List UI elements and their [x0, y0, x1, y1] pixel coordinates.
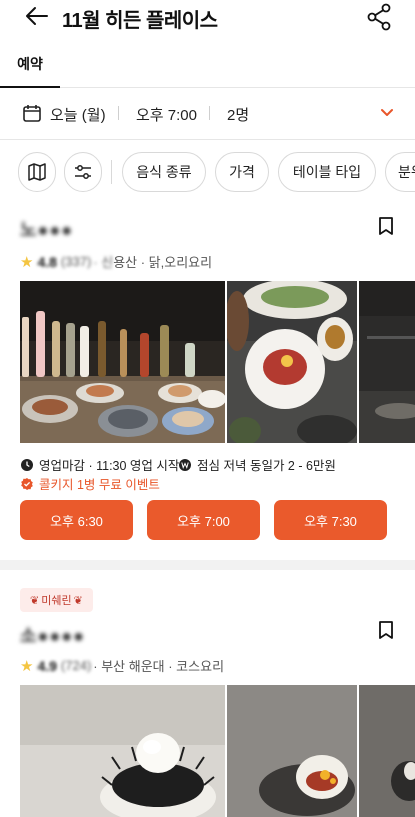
restaurant-name[interactable]: 소●●●● [20, 622, 85, 648]
restaurant-photo[interactable] [227, 281, 357, 443]
rating: 4.9 [37, 657, 57, 674]
filter-divider [209, 106, 210, 120]
price-info: 점심 저녁 동일가 2 - 6만원 [178, 455, 336, 474]
price-text: 점심 저녁 동일가 2 - 6만원 [197, 459, 336, 473]
time-slot-button[interactable]: 오후 7:00 [147, 500, 260, 540]
calendar-icon [22, 103, 42, 128]
tab-reservation[interactable]: 예약 [0, 40, 60, 88]
app-header: 11월 히든 플레이스 [0, 0, 415, 36]
star-icon: ★ [20, 253, 34, 271]
filter-chips: 음식 종류 가격 테이블 타입 분위 [0, 152, 415, 194]
sliders-icon [75, 165, 91, 179]
chip-price[interactable]: 가격 [215, 152, 269, 192]
page-title: 11월 히든 플레이스 [62, 10, 218, 32]
bookmark-button[interactable] [375, 214, 397, 238]
section-divider [0, 560, 415, 570]
chip-cuisine[interactable]: 음식 종류 [122, 152, 206, 192]
chip-table-type[interactable]: 테이블 타입 [278, 152, 376, 192]
restaurant-photo[interactable] [227, 685, 357, 817]
restaurant-photo[interactable] [20, 281, 225, 443]
photo-carousel[interactable] [20, 281, 415, 443]
share-button[interactable] [362, 0, 396, 34]
review-count: (337) [60, 254, 92, 269]
share-icon [367, 3, 391, 31]
restaurant-photo[interactable] [359, 685, 415, 817]
promo-text: 콜키지 1병 무료 이벤트 [39, 478, 160, 492]
restaurant-photo[interactable] [20, 685, 225, 817]
map-icon [28, 163, 46, 181]
time-slot-button[interactable]: 오후 6:30 [20, 500, 133, 540]
time-selector[interactable]: 오후 7:00 [136, 104, 197, 125]
chip-atmosphere[interactable]: 분위 [385, 152, 415, 192]
restaurant-photo[interactable] [359, 281, 415, 443]
verified-badge-icon [20, 477, 34, 491]
restaurant-meta: ★ 4.9 (724) · 부산 해운대 · 코스요리 [20, 656, 224, 675]
arrow-left-icon [26, 7, 48, 25]
area-prefix: · 신 [93, 255, 114, 270]
michelin-laurel-icon: ❦ [30, 594, 40, 607]
rating: 4.8 [37, 253, 57, 270]
area-cuisine: 용산 · 닭,오리요리 [113, 255, 213, 270]
restaurant-name[interactable]: 노●●● [20, 216, 73, 242]
date-selector[interactable]: 오늘 (월) [50, 104, 106, 125]
star-icon: ★ [20, 657, 34, 675]
filter-divider [118, 106, 119, 120]
filter-settings-button[interactable] [64, 152, 102, 192]
chip-divider [111, 160, 112, 184]
area-cuisine: · 부산 해운대 · 코스요리 [93, 659, 225, 674]
michelin-badge: ❦ 미쉐린 ❦ [20, 588, 93, 612]
photo-carousel[interactable] [20, 685, 415, 817]
promo-info: 콜키지 1병 무료 이벤트 [20, 474, 160, 493]
badge-label: 미쉐린 [41, 595, 72, 607]
back-button[interactable] [22, 2, 52, 30]
time-slot-button[interactable]: 오후 7:30 [274, 500, 387, 540]
bookmark-button[interactable] [375, 618, 397, 642]
clock-icon [20, 458, 34, 472]
bookmark-icon [379, 621, 393, 639]
tab-bar: 예약 [0, 40, 415, 88]
chevron-down-icon[interactable] [378, 103, 396, 126]
bookmark-icon [379, 217, 393, 235]
business-hours: 영업마감 · 11:30 영업 시작 [20, 455, 179, 474]
restaurant-meta: ★ 4.8 (337) · 신 용산 · 닭,오리요리 [20, 252, 212, 271]
won-icon [178, 458, 192, 472]
hours-text: 영업마감 · 11:30 영업 시작 [39, 459, 180, 473]
people-selector[interactable]: 2명 [227, 104, 249, 125]
michelin-laurel-icon: ❦ [73, 594, 83, 607]
reservation-filter[interactable]: 오늘 (월) 오후 7:00 2명 [0, 90, 415, 140]
review-count: (724) [60, 658, 92, 673]
map-button[interactable] [18, 152, 56, 192]
